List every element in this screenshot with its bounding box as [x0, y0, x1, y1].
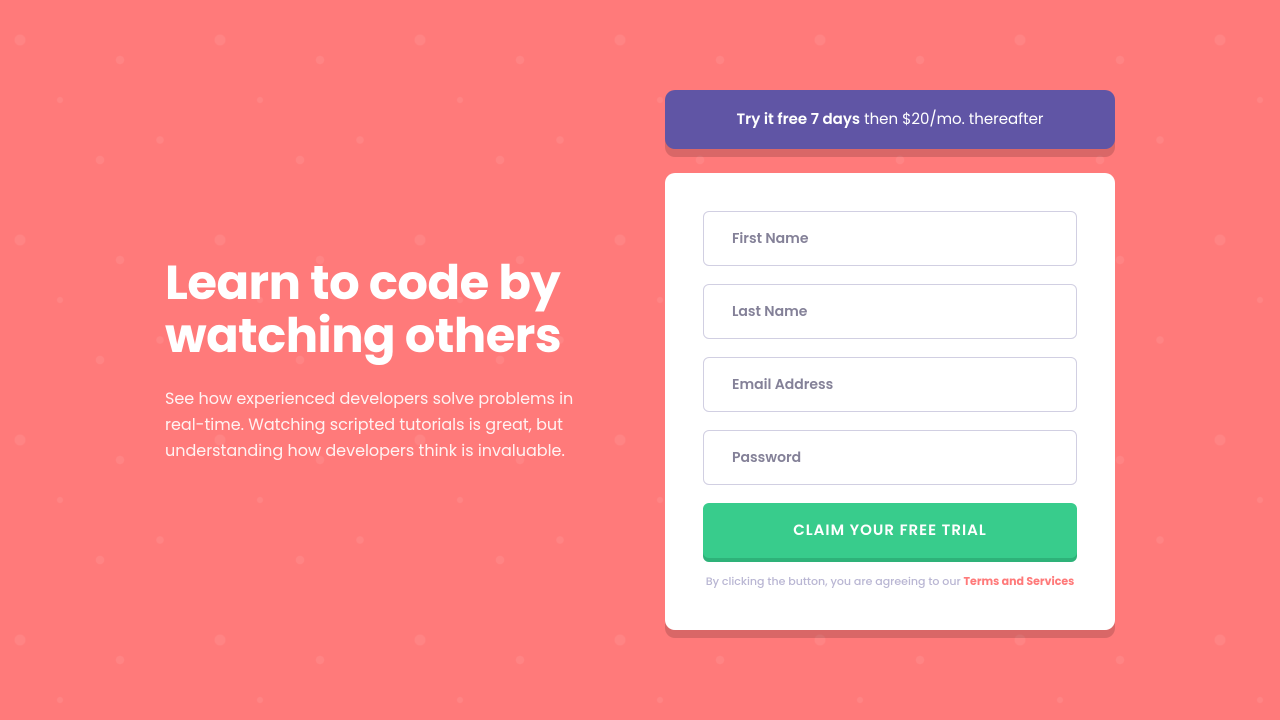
password-input[interactable] [703, 430, 1077, 485]
offer-bold-text: Try it free 7 days [736, 109, 860, 130]
hero-section: Learn to code by watching others See how… [165, 257, 615, 463]
terms-text: By clicking the button, you are agreeing… [703, 572, 1077, 592]
email-input[interactable] [703, 357, 1077, 412]
hero-headline: Learn to code by watching others [165, 257, 615, 363]
last-name-input[interactable] [703, 284, 1077, 339]
main-container: Learn to code by watching others See how… [0, 0, 1280, 720]
terms-link[interactable]: Terms and Services [964, 573, 1075, 589]
offer-banner[interactable]: Try it free 7 days then $20/mo. thereaft… [665, 90, 1115, 149]
offer-rest-text: then $20/mo. thereafter [860, 109, 1043, 130]
terms-prefix: By clicking the button, you are agreeing… [706, 573, 964, 589]
signup-form-card: CLAIM YOUR FREE TRIAL By clicking the bu… [665, 173, 1115, 630]
first-name-input[interactable] [703, 211, 1077, 266]
submit-button[interactable]: CLAIM YOUR FREE TRIAL [703, 503, 1077, 558]
signup-section: Try it free 7 days then $20/mo. thereaft… [665, 90, 1115, 630]
hero-description: See how experienced developers solve pro… [165, 386, 615, 463]
